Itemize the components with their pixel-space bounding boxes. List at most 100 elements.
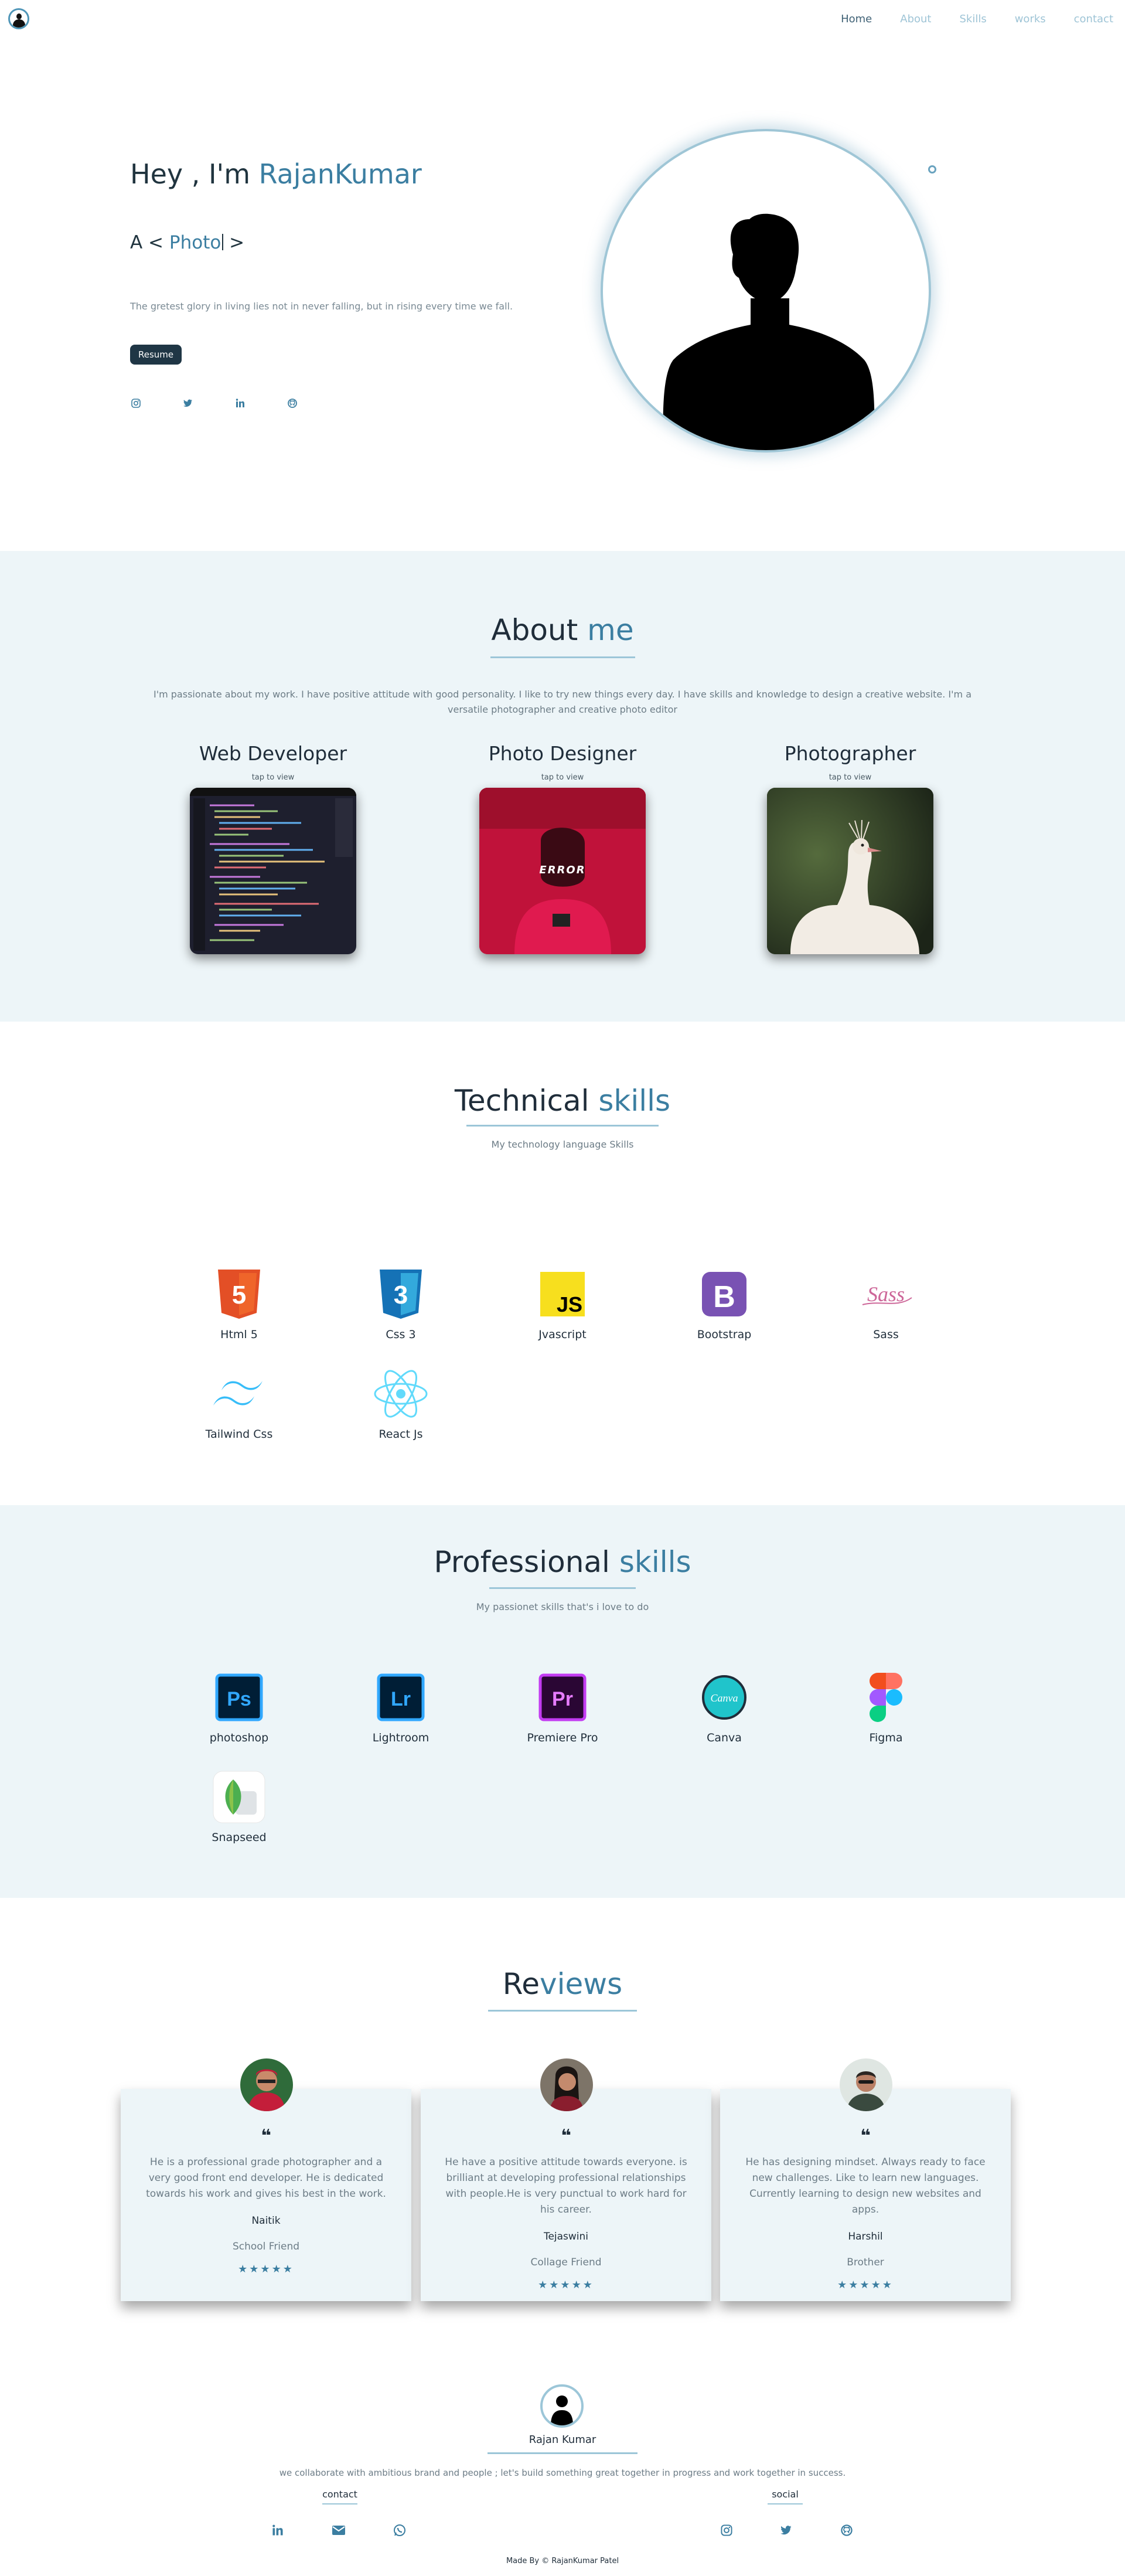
skill-canva[interactable]: Canva Canva — [671, 1668, 777, 1744]
reviewer-name: Tejaswini — [543, 2231, 589, 2242]
hero-greeting: Hey , I'm RajanKumar — [130, 158, 422, 190]
skill-label: Html 5 — [220, 1328, 258, 1341]
skill-label: photoshop — [209, 1731, 269, 1744]
figma-icon — [857, 1668, 915, 1727]
technical-title: Technical skills — [0, 1084, 1125, 1118]
skill-sass[interactable]: Sass Sass — [833, 1265, 939, 1341]
reviews-title-b: views — [540, 1967, 623, 2001]
linkedin-icon[interactable] — [270, 2524, 285, 2539]
github-icon[interactable] — [287, 398, 298, 410]
skill-label: Lightroom — [372, 1731, 429, 1744]
snapseed-icon — [210, 1768, 268, 1826]
skill-label: Css 3 — [386, 1328, 416, 1341]
star-rating: ★★★★★ — [238, 2263, 294, 2275]
skill-label: Figma — [869, 1731, 903, 1744]
instagram-icon[interactable] — [130, 398, 142, 410]
card-title: Photo Designer — [488, 742, 637, 765]
reviewer-avatar — [540, 2058, 593, 2111]
typed-word: Photo — [169, 232, 221, 253]
skill-lightroom[interactable]: Lr Lightroom — [348, 1668, 454, 1744]
resume-button[interactable]: Resume — [130, 345, 182, 365]
technical-title-a: Technical — [454, 1084, 599, 1118]
skill-html5[interactable]: 5 Html 5 — [186, 1265, 292, 1341]
sass-icon: Sass — [857, 1265, 915, 1323]
reviews-title: Reviews — [0, 1967, 1125, 2001]
greeting-prefix: Hey , I'm — [130, 158, 259, 190]
nav-skills[interactable]: Skills — [959, 13, 986, 25]
quote-icon: ❝ — [561, 2126, 571, 2146]
card-photographer[interactable]: Photographer tap to view — [762, 742, 938, 954]
review-text: He has designing mindset. Always ready t… — [745, 2156, 986, 2216]
quote-icon: ❝ — [261, 2126, 271, 2146]
tap-to-view: tap to view — [251, 773, 295, 782]
about-title: About me — [0, 613, 1125, 647]
professional-subtitle: My passionet skills that's i love to do — [476, 1601, 649, 1612]
about-title-a: About — [491, 613, 588, 647]
skill-premiere-pro[interactable]: Pr Premiere Pro — [510, 1668, 615, 1744]
decorative-dot — [928, 165, 936, 173]
review-text: He is a professional grade photographer … — [146, 2156, 386, 2200]
reviewer-relation: Collage Friend — [530, 2257, 602, 2268]
error-photo-image[interactable]: ERROR — [479, 788, 646, 954]
skill-react[interactable]: React Js — [348, 1364, 454, 1441]
card-title: Photographer — [784, 742, 916, 765]
skill-label: Canva — [707, 1731, 742, 1744]
nav-home[interactable]: Home — [841, 13, 872, 25]
whatsapp-icon[interactable] — [392, 2524, 407, 2539]
footer-avatar[interactable] — [540, 2384, 584, 2428]
quote-icon: ❝ — [860, 2126, 871, 2146]
copyright-text: Made By © RajanKumar Patel — [506, 2557, 619, 2565]
nav-links: Home About Skills works contact — [813, 13, 1113, 25]
skill-label: Tailwind Css — [205, 1428, 273, 1441]
review-text: He have a positive attitude towards ever… — [445, 2156, 687, 2216]
reviewer-name: Naitik — [251, 2215, 281, 2227]
card-photo-designer[interactable]: Photo Designer tap to view ERROR — [475, 742, 650, 954]
reviews-section: Reviews ❝ He is a professional grade pho… — [0, 1898, 1125, 2332]
skill-label: Jvascript — [538, 1328, 587, 1341]
profile-portrait — [601, 129, 931, 452]
professional-title-b: skills — [619, 1545, 691, 1579]
linkedin-icon[interactable] — [234, 398, 246, 410]
github-icon[interactable] — [839, 2524, 854, 2539]
twitter-icon[interactable] — [779, 2524, 794, 2539]
tap-to-view: tap to view — [829, 773, 872, 782]
logo-avatar[interactable] — [8, 8, 29, 29]
star-rating: ★★★★★ — [538, 2279, 594, 2291]
card-title: Web Developer — [199, 742, 347, 765]
skill-figma[interactable]: Figma — [833, 1668, 939, 1744]
skill-javascript[interactable]: JS Jvascript — [510, 1265, 615, 1341]
hero-name: RajanKumar — [258, 158, 422, 190]
skill-label: Snapseed — [212, 1831, 267, 1844]
contact-heading: contact — [322, 2489, 357, 2500]
reviewer-relation: Brother — [847, 2257, 884, 2268]
lightroom-icon: Lr — [371, 1668, 430, 1727]
reviewer-avatar — [840, 2058, 892, 2111]
hero-quote: The gretest glory in living lies not in … — [130, 301, 513, 312]
technical-subtitle: My technology language Skills — [491, 1139, 634, 1150]
canva-icon: Canva — [695, 1668, 754, 1727]
tailwind-icon — [210, 1364, 268, 1423]
person-silhouette-icon — [663, 213, 875, 450]
card-web-developer[interactable]: Web Developer tap to view — [185, 742, 361, 954]
footer-name: Rajan Kumar — [529, 2434, 596, 2446]
skill-tailwind[interactable]: Tailwind Css — [186, 1364, 292, 1441]
twitter-icon[interactable] — [182, 398, 194, 410]
skill-bootstrap[interactable]: B Bootstrap — [671, 1265, 777, 1341]
mail-icon[interactable] — [331, 2524, 346, 2539]
nav-contact[interactable]: contact — [1074, 13, 1113, 25]
svg-text:JS: JS — [557, 1292, 582, 1316]
skill-css3[interactable]: 3 Css 3 — [348, 1265, 454, 1341]
instagram-icon[interactable] — [719, 2524, 734, 2539]
reviews-underline — [488, 2010, 637, 2012]
skill-snapseed[interactable]: Snapseed — [186, 1768, 292, 1844]
nav-about[interactable]: About — [900, 13, 931, 25]
skill-photoshop[interactable]: Ps photoshop — [186, 1668, 292, 1744]
code-editor-image[interactable] — [190, 788, 356, 954]
reviewer-name: Harshil — [848, 2231, 883, 2242]
svg-text:3: 3 — [394, 1281, 408, 1309]
error-overlay-text: ERROR — [539, 864, 586, 876]
premiere-pro-icon: Pr — [533, 1668, 592, 1727]
peacock-photo-image[interactable] — [767, 788, 933, 954]
skill-label: Bootstrap — [697, 1328, 752, 1341]
nav-works[interactable]: works — [1015, 13, 1046, 25]
